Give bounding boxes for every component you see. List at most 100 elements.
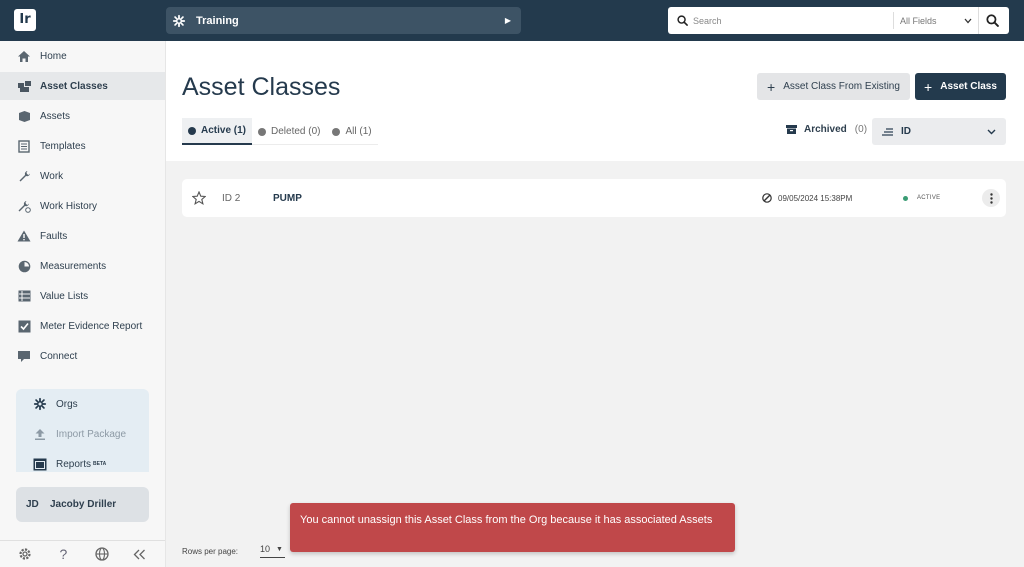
search-button[interactable] — [978, 7, 1006, 34]
sidebar-bottom-bar: ? — [0, 540, 165, 567]
main-content: Asset Classes + Asset Class From Existin… — [166, 41, 1024, 567]
sidebar-item-label: Assets — [40, 110, 71, 122]
home-icon — [16, 48, 32, 64]
gear-icon[interactable] — [17, 546, 33, 562]
sidebar-item-home[interactable]: Home — [0, 42, 165, 70]
pagination-footer: Rows per page: 10 ▼ — [182, 544, 285, 558]
sidebar: Home Asset Classes Assets Templates Work… — [0, 41, 166, 567]
search-input[interactable] — [693, 10, 893, 31]
rows-per-page-label: Rows per page: — [182, 546, 239, 556]
sort-select[interactable]: ID — [872, 118, 1006, 145]
report-icon — [32, 456, 48, 472]
add-asset-class-button[interactable]: + Asset Class — [915, 73, 1006, 100]
caret-down-icon: ▼ — [276, 545, 283, 553]
caret-right-icon: ▶ — [504, 16, 511, 25]
tab-dot-icon — [332, 127, 341, 136]
archived-label: Archived — [804, 124, 847, 135]
chevron-down-icon — [987, 129, 996, 134]
status-tabs: Active (1) Deleted (0) All (1) — [182, 118, 378, 145]
search-field-value: All Fields — [900, 15, 937, 26]
app-logo[interactable]: Ir — [14, 9, 36, 31]
beta-badge: BETA — [93, 461, 107, 467]
button-label: Asset Class From Existing — [783, 81, 900, 92]
org-switcher[interactable]: Training ▶ — [166, 7, 521, 34]
status-dot-icon — [903, 195, 908, 201]
sort-value: ID — [901, 126, 911, 137]
rows-per-page-select[interactable]: 10 ▼ — [260, 544, 285, 558]
plus-icon: + — [767, 78, 776, 95]
star-icon[interactable] — [192, 191, 206, 205]
panel-item-label: Reports — [56, 458, 92, 470]
tab-dot-icon — [188, 126, 196, 135]
row-date: 09/05/2024 15:38PM — [762, 193, 852, 203]
archived-toggle[interactable]: Archived (0) — [786, 124, 867, 135]
sidebar-item-assets[interactable]: Assets — [0, 102, 165, 130]
sidebar-item-connect[interactable]: Connect — [0, 342, 165, 370]
row-name[interactable]: PUMP — [273, 193, 302, 204]
sidebar-item-label: Connect — [40, 350, 78, 362]
sidebar-item-meter-evidence-report[interactable]: Meter Evidence Report — [0, 312, 165, 340]
clock-edit-icon — [762, 193, 772, 203]
panel-item-label: Orgs — [56, 398, 78, 410]
page-header: Asset Classes + Asset Class From Existin… — [166, 41, 1024, 161]
search-field-select[interactable]: All Fields — [893, 12, 978, 29]
org-network-icon — [32, 396, 48, 412]
tab-label: Active (1) — [201, 125, 247, 136]
sidebar-item-work-history[interactable]: Work History — [0, 192, 165, 220]
tab-all[interactable]: All (1) — [326, 118, 377, 145]
sidebar-item-label: Templates — [40, 140, 86, 152]
list-icon — [16, 288, 32, 304]
sidebar-item-label: Value Lists — [40, 290, 89, 302]
gauge-icon — [16, 258, 32, 274]
panel-item-label: Import Package — [56, 428, 127, 440]
top-bar: Ir Training ▶ All Fields — [0, 0, 1024, 41]
page-title: Asset Classes — [182, 73, 341, 101]
sidebar-item-asset-classes[interactable]: Asset Classes — [0, 72, 165, 100]
panel-item-import-package[interactable]: Import Package — [16, 421, 149, 447]
tab-label: All (1) — [345, 126, 372, 137]
panel-item-orgs[interactable]: Orgs — [16, 391, 149, 417]
sidebar-item-label: Measurements — [40, 260, 107, 272]
tab-deleted[interactable]: Deleted (0) — [252, 118, 326, 145]
document-list-icon — [16, 138, 32, 154]
sidebar-item-label: Work — [40, 170, 64, 182]
help-icon[interactable]: ? — [55, 546, 71, 562]
tab-label: Deleted (0) — [271, 126, 321, 137]
upload-icon — [32, 426, 48, 442]
more-options-icon[interactable] — [982, 189, 1000, 207]
archive-icon — [786, 125, 797, 134]
sidebar-item-templates[interactable]: Templates — [0, 132, 165, 160]
chevron-down-icon — [964, 18, 972, 23]
tab-active[interactable]: Active (1) — [182, 118, 253, 145]
error-snackbar: You cannot unassign this Asset Class fro… — [290, 503, 735, 552]
sidebar-item-faults[interactable]: Faults — [0, 222, 165, 250]
add-asset-class-from-existing-button[interactable]: + Asset Class From Existing — [757, 73, 910, 100]
sidebar-item-label: Home — [40, 50, 67, 62]
sidebar-item-label: Asset Classes — [40, 80, 108, 92]
org-network-icon — [172, 14, 186, 27]
sort-icon — [882, 127, 893, 136]
wrench-history-icon — [16, 198, 32, 214]
avatar: JD — [26, 499, 39, 510]
box-icon — [16, 108, 32, 124]
tab-dot-icon — [258, 127, 267, 136]
boxes-icon — [16, 78, 32, 94]
panel-item-reports[interactable]: Reports BETA — [16, 451, 149, 477]
user-card[interactable]: JD Jacoby Driller — [16, 487, 149, 522]
sidebar-item-value-lists[interactable]: Value Lists — [0, 282, 165, 310]
wrench-icon — [16, 168, 32, 184]
search-icon — [986, 14, 999, 27]
sidebar-item-measurements[interactable]: Measurements — [0, 252, 165, 280]
global-search: All Fields — [668, 7, 1009, 34]
sidebar-item-label: Faults — [40, 230, 68, 242]
sidebar-item-work[interactable]: Work — [0, 162, 165, 190]
warning-icon — [16, 228, 32, 244]
sidebar-item-label: Meter Evidence Report — [40, 320, 143, 332]
table-row[interactable]: ID 2 PUMP 09/05/2024 15:38PM ACTIVE — [182, 179, 1006, 217]
plus-icon: + — [924, 78, 933, 95]
collapse-sidebar-icon[interactable] — [132, 546, 148, 562]
admin-panel: Orgs Import Package Reports BETA — [16, 389, 149, 472]
row-id: ID 2 — [222, 192, 241, 204]
checkbox-icon — [16, 318, 32, 334]
globe-icon[interactable] — [94, 546, 110, 562]
